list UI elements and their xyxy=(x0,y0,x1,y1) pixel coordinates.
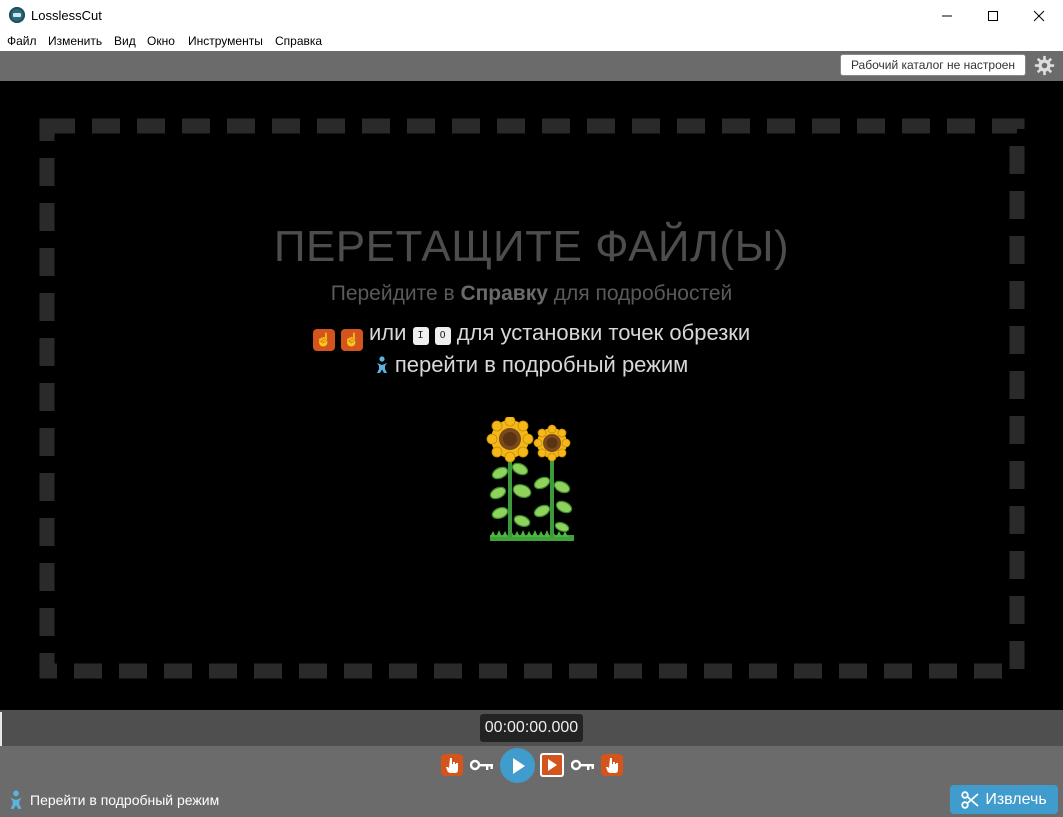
gear-icon[interactable] xyxy=(1034,55,1055,76)
cut-hint-suffix: для установки точек обрезки xyxy=(450,320,751,345)
help-hint-suffix: для подробностей xyxy=(547,282,733,305)
maximize-icon xyxy=(988,10,998,21)
menu-window[interactable]: Окно xyxy=(147,34,175,48)
export-label: Извлечь xyxy=(985,790,1047,808)
menu-view[interactable]: Вид xyxy=(114,34,136,48)
minimize-icon xyxy=(942,15,952,16)
menu-file[interactable]: Файл xyxy=(7,34,37,48)
play-segment-icon xyxy=(548,759,557,771)
key-icon-end xyxy=(571,759,594,771)
simple-mode-hint-text: перейти в подробный режим xyxy=(388,352,689,377)
play-selected-segment-button[interactable] xyxy=(540,753,564,777)
help-hint: Перейдите в Справку для подробностей xyxy=(0,282,1063,306)
cut-hint-or: или xyxy=(362,320,413,345)
simple-mode-hint: перейти в подробный режим xyxy=(0,352,1063,378)
play-icon xyxy=(512,757,525,774)
close-button[interactable] xyxy=(1016,0,1062,31)
working-directory-button[interactable]: Рабочий каталог не настроен xyxy=(840,54,1026,76)
hand-pointer-icon xyxy=(446,758,458,773)
close-icon xyxy=(1033,10,1045,21)
minimize-button[interactable] xyxy=(924,0,970,31)
set-cut-end-button[interactable] xyxy=(601,754,623,776)
scissors-icon xyxy=(961,790,979,809)
help-link[interactable]: Справку xyxy=(460,282,547,305)
set-cut-start-icon: ☝ xyxy=(312,329,335,351)
set-cut-start-button[interactable] xyxy=(441,754,463,776)
title-bar: LosslessCut xyxy=(0,0,1063,31)
hand-pointer-end-icon xyxy=(606,758,618,773)
timeline-cursor xyxy=(0,712,2,746)
jump-cut-start-button[interactable] xyxy=(470,758,494,772)
timecode-display[interactable]: 00:00:00.000 xyxy=(480,714,583,742)
drop-zone-dashed-border xyxy=(39,118,1025,679)
export-button[interactable]: Извлечь xyxy=(950,785,1058,814)
baby-mode-icon xyxy=(376,356,387,373)
key-o: O xyxy=(434,327,451,345)
menu-edit[interactable]: Изменить xyxy=(48,34,102,48)
help-hint-prefix: Перейдите в xyxy=(330,282,461,305)
window-title: LosslessCut xyxy=(31,8,102,23)
drop-files-title: ПЕРЕТАЩИТЕ ФАЙЛ(Ы) xyxy=(273,222,790,271)
play-button[interactable] xyxy=(500,748,535,783)
sunflower-icon xyxy=(486,417,574,541)
maximize-button[interactable] xyxy=(970,0,1016,31)
cut-points-hint: ☝ ☝ или I O для установки точек обрезки xyxy=(0,320,1063,351)
app-logo-icon xyxy=(9,7,25,23)
menu-help[interactable]: Справка xyxy=(275,34,322,48)
baby-mode-toggle-icon xyxy=(10,790,22,809)
simple-mode-label: Перейти в подробный режим xyxy=(30,792,220,808)
menu-bar: Файл Изменить Вид Окно Инструменты Справ… xyxy=(0,31,1063,51)
simple-mode-toggle[interactable]: Перейти в подробный режим xyxy=(8,790,219,813)
key-i: I xyxy=(412,327,429,345)
jump-cut-end-button[interactable] xyxy=(571,758,595,772)
set-cut-end-icon: ☝ xyxy=(340,329,363,351)
menu-tools[interactable]: Инструменты xyxy=(188,34,263,48)
key-icon xyxy=(470,759,493,771)
drop-zone[interactable] xyxy=(2,81,1061,710)
